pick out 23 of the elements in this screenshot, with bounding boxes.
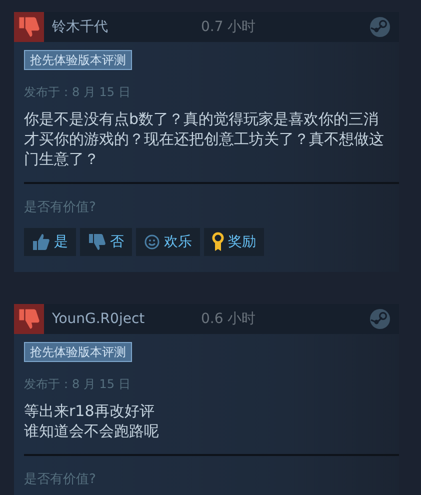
hours-played: 0.6 小时 bbox=[201, 310, 257, 328]
helpful-prompt: 是否有价值? bbox=[24, 199, 97, 216]
thumbs-down-icon bbox=[88, 233, 106, 251]
vote-button[interactable]: 否 bbox=[80, 228, 132, 256]
steam-logo-icon bbox=[369, 308, 391, 330]
review-text: 谁知道会不会跑路呢 bbox=[24, 421, 160, 441]
smiley-icon bbox=[144, 234, 160, 250]
author-name[interactable]: YounG.R0ject bbox=[52, 311, 201, 327]
early-access-tag: 抢先体验版本评测 bbox=[24, 50, 132, 70]
author-name[interactable]: 铃木千代 bbox=[52, 18, 201, 36]
vote-button[interactable]: 奖励 bbox=[204, 228, 264, 256]
review-text: 你是不是没有点b数了？真的觉得玩家是喜欢你的三消才买你的游戏的？现在还把创意工坊关了？真不想做这门生意了？ bbox=[24, 109, 384, 169]
posted-date: 发布于：8 月 15 日 bbox=[24, 376, 132, 393]
award-icon bbox=[212, 232, 224, 252]
review-text: 等出来r18再改好评 bbox=[24, 401, 156, 421]
steam-logo-icon bbox=[369, 16, 391, 38]
vote-button[interactable]: 是 bbox=[24, 228, 76, 256]
posted-date: 发布于：8 月 15 日 bbox=[24, 84, 132, 101]
vote-button[interactable]: 欢乐 bbox=[136, 228, 200, 256]
thumbs-up-icon bbox=[32, 233, 50, 251]
helpful-prompt: 是否有价值? bbox=[24, 471, 97, 488]
early-access-tag: 抢先体验版本评测 bbox=[24, 342, 132, 362]
hours-played: 0.7 小时 bbox=[201, 18, 257, 36]
